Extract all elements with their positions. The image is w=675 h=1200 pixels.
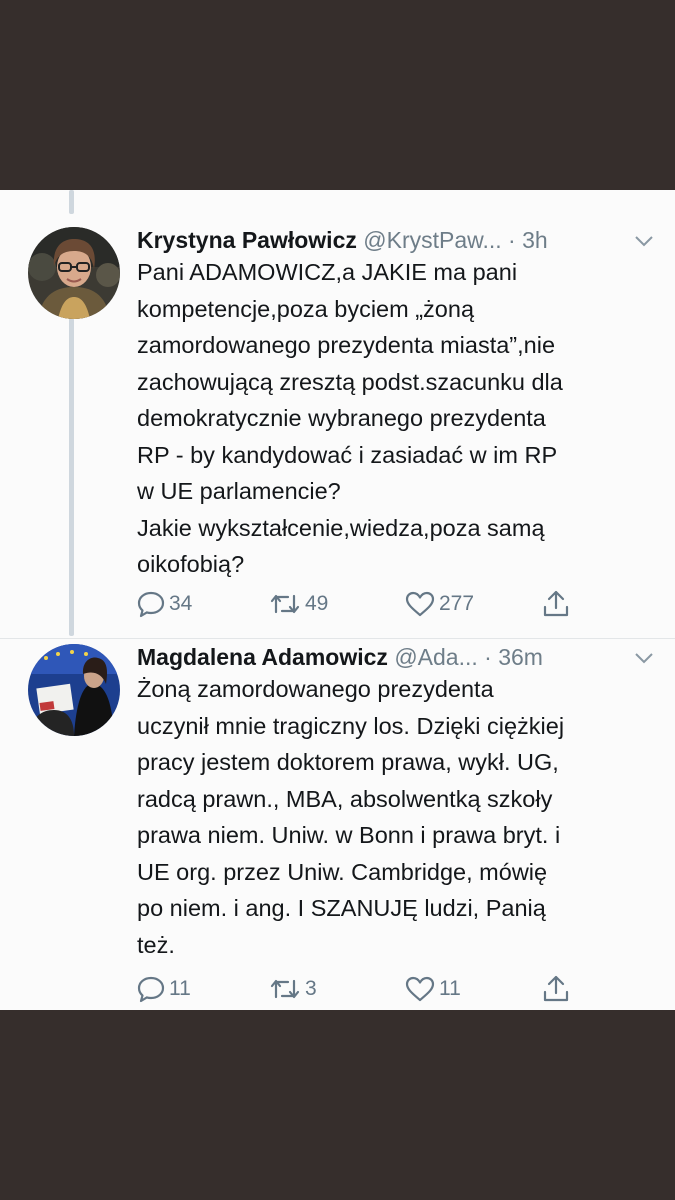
reply-icon	[137, 976, 165, 1003]
tweet-divider	[0, 638, 675, 639]
tweet-header: Krystyna Pawłowicz @KrystPaw... · 3h	[137, 224, 655, 256]
retweet-button[interactable]: 3	[269, 972, 317, 1006]
like-count: 11	[439, 977, 461, 1000]
avatar[interactable]	[28, 644, 120, 736]
share-icon	[543, 975, 569, 1002]
tweet-actions: 34 49 277	[137, 587, 657, 621]
reply-icon[interactable]	[152, 190, 180, 196]
heart-icon	[405, 976, 435, 1002]
tweet-actions: 11 3 11	[137, 972, 657, 1006]
retweet-button[interactable]: 49	[269, 587, 328, 621]
reply-count: 11	[169, 977, 191, 1000]
like-button[interactable]: 277	[405, 587, 474, 621]
retweet-icon[interactable]	[272, 190, 300, 196]
retweet-icon	[270, 979, 300, 999]
reply-button[interactable]: 34	[137, 587, 192, 621]
woman-holding-sign-avatar-icon	[28, 644, 120, 736]
author-name[interactable]: Krystyna Pawłowicz	[137, 227, 357, 253]
like-icon[interactable]	[407, 190, 435, 196]
author-name[interactable]: Magdalena Adamowicz	[137, 644, 388, 670]
share-icon	[543, 590, 569, 617]
reply-count: 34	[169, 592, 193, 615]
reply-button[interactable]: 11	[137, 972, 191, 1006]
retweet-icon	[270, 594, 300, 614]
top-letterbox	[0, 0, 675, 190]
author-handle[interactable]: @KrystPaw...	[363, 227, 501, 253]
tweet-text: Pani ADAMOWICZ,a JAKIE ma pani kompetenc…	[137, 259, 563, 577]
tweet-header: Magdalena Adamowicz @Ada... · 36m	[137, 641, 655, 673]
reply-icon	[137, 591, 165, 618]
share-icon[interactable]	[541, 190, 569, 196]
like-button[interactable]: 11	[405, 972, 461, 1006]
share-button[interactable]	[541, 587, 571, 621]
bottom-letterbox	[0, 1010, 675, 1200]
timestamp[interactable]: · 36m	[484, 644, 543, 670]
retweet-count: 3	[305, 977, 317, 1000]
heart-icon	[405, 591, 435, 617]
retweet-count: 49	[305, 592, 329, 615]
share-button[interactable]	[541, 972, 571, 1006]
tweet-thread: Krystyna Pawłowicz @KrystPaw... · 3h Pan…	[0, 190, 675, 1010]
avatar[interactable]	[28, 227, 120, 319]
woman-with-glasses-avatar-icon	[28, 227, 120, 319]
like-count: 277	[439, 592, 475, 615]
previous-tweet-actions	[0, 190, 675, 196]
chevron-down-icon[interactable]	[633, 645, 655, 667]
timestamp[interactable]: · 3h	[508, 227, 548, 253]
tweet-text: Żoną zamordowanego prezydenta uczynił mn…	[137, 676, 565, 958]
thread-connector	[69, 318, 74, 636]
author-handle[interactable]: @Ada...	[394, 644, 477, 670]
chevron-down-icon[interactable]	[633, 228, 655, 250]
thread-connector-top	[69, 190, 74, 214]
